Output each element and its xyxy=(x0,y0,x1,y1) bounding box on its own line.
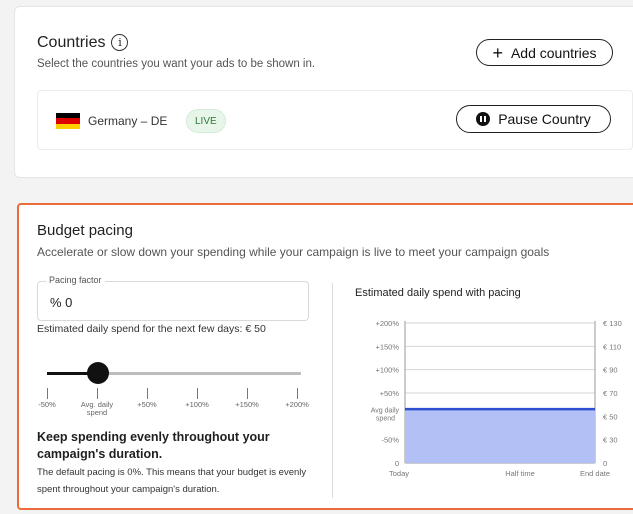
pacing-chart: +200% € 130 +150% € 110 +100% € 90 +50% € 70 Avg… xyxy=(371,319,622,478)
pacing-slider-track[interactable] xyxy=(47,372,301,375)
budget-title: Budget pacing xyxy=(37,222,133,239)
chart-y-right-label: € 90 xyxy=(603,366,618,375)
chart-y-right-label: € 50 xyxy=(603,412,618,421)
pacing-factor-value[interactable]: % 0 xyxy=(50,295,72,310)
country-row: Germany – DE LIVE Pause Country xyxy=(37,90,633,150)
slider-tick-label: +150% xyxy=(235,400,259,409)
pacing-factor-field[interactable]: Pacing factor % 0 xyxy=(37,275,309,321)
pacing-slider-thumb[interactable] xyxy=(86,362,109,384)
slider-tick xyxy=(297,388,298,399)
slider-tick xyxy=(247,388,248,399)
chart-y-left-label: +200% xyxy=(375,319,399,328)
status-badge: LIVE xyxy=(186,109,226,133)
chart-y-right-label: € 70 xyxy=(603,389,618,398)
slider-tick-label: +50% xyxy=(137,400,157,409)
germany-flag-icon xyxy=(56,113,80,129)
slider-tick xyxy=(47,388,48,399)
countries-title-row: Countries i xyxy=(37,34,129,52)
chart-title: Estimated daily spend with pacing xyxy=(355,287,521,299)
country-name: Germany – DE xyxy=(88,114,168,128)
chart-x-label: Half time xyxy=(505,469,535,478)
pacing-factor-label: Pacing factor xyxy=(46,275,105,285)
plus-icon: + xyxy=(492,42,503,63)
info-icon[interactable]: i xyxy=(111,34,129,51)
countries-card: Countries i Select the countries you want… xyxy=(14,6,633,178)
chart-y-left-label: 0 xyxy=(395,459,399,468)
add-countries-label: Add countries xyxy=(510,44,597,61)
keep-spending-text: The default pacing is 0%. This means tha… xyxy=(37,467,307,495)
chart-y-left-label: +100% xyxy=(375,366,399,375)
slider-tick-label: +200% xyxy=(285,400,309,409)
chart-y-right-label: 0 xyxy=(603,459,607,468)
budget-subtitle: Accelerate or slow down your spending wh… xyxy=(37,245,550,259)
budget-pacing-card: Budget pacing Accelerate or slow down yo… xyxy=(17,203,633,510)
add-countries-button[interactable]: + Add countries xyxy=(476,39,613,66)
pause-country-button[interactable]: Pause Country xyxy=(456,105,611,133)
slider-tick-label: -50% xyxy=(38,400,56,409)
chart-area xyxy=(405,409,595,463)
slider-tick xyxy=(197,388,198,399)
chart-y-right-label: € 130 xyxy=(603,319,622,328)
chart-y-left-label: -50% xyxy=(381,436,399,445)
chart-y-left-label: spend xyxy=(376,415,395,422)
chart-y-left-label: +150% xyxy=(375,342,399,351)
chart-x-label: Today xyxy=(389,469,409,478)
countries-subtitle: Select the countries you want your ads t… xyxy=(37,58,316,70)
pause-country-label: Pause Country xyxy=(498,111,591,127)
chart-y-left-label: Avg daily xyxy=(371,407,400,414)
pause-icon xyxy=(476,112,491,126)
slider-tick-label: Avg. daily spend xyxy=(80,400,114,417)
chart-y-left-label: +50% xyxy=(380,389,400,398)
chart-x-label: End date xyxy=(580,469,610,478)
keep-spending-title: Keep spending evenly throughout your cam… xyxy=(37,430,270,461)
countries-title: Countries xyxy=(37,34,106,51)
slider-tick xyxy=(97,388,98,399)
slider-tick-label: +100% xyxy=(185,400,209,409)
chart-y-right-label: € 110 xyxy=(603,342,621,351)
slider-tick xyxy=(147,388,148,399)
estimated-spend-text: Estimated daily spend for the next few d… xyxy=(37,323,266,335)
chart-y-right-label: € 30 xyxy=(603,436,618,445)
divider xyxy=(332,283,333,498)
